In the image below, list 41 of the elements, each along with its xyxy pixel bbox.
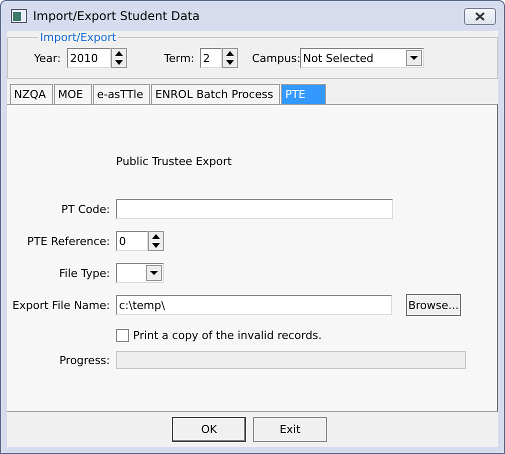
campus-label: Campus: [252,52,300,64]
close-button[interactable] [464,8,496,24]
term-label: Term: [164,52,196,64]
panel-heading: Public Trustee Export [116,155,233,170]
tab[interactable]: e-asTTle [92,84,150,104]
caret-icon [150,271,158,275]
file-type-label: File Type: [58,266,110,280]
year-label: Year: [34,52,62,64]
caret-icon [410,56,418,60]
down-arrow-icon[interactable] [152,243,160,248]
file-type-dropdown[interactable] [116,263,164,283]
export-file-name-field[interactable]: c:\temp\ [116,295,392,315]
tab[interactable]: MOE [54,84,92,104]
export-file-name-label: Export File Name: [11,298,110,312]
checkbox-label: Print a copy of the invalid records. [133,328,322,342]
ok-button[interactable]: OK [172,417,246,442]
browse-button[interactable]: Browse... [406,294,461,316]
spinner-control[interactable] [111,48,127,68]
group-title: Import/Export [39,31,118,44]
pte-reference-field[interactable]: 0 [116,231,148,251]
progress-label: Progress: [58,354,110,366]
term-field[interactable]: 2 [200,48,222,68]
spinner-control[interactable] [148,231,164,251]
campus-dropdown[interactable]: Not Selected [300,48,424,68]
up-arrow-icon[interactable] [152,234,160,239]
tab[interactable]: ENROL Batch Process [151,84,280,104]
pte-reference-label: PTE Reference: [26,234,110,248]
spinner-control[interactable] [222,48,238,68]
year-field[interactable]: 2010 [67,48,111,68]
up-arrow-icon[interactable] [226,51,234,56]
tab[interactable]: NZQA [10,84,53,104]
up-arrow-icon[interactable] [115,51,123,56]
down-arrow-icon[interactable] [226,60,234,65]
exit-button[interactable]: Exit [253,417,327,442]
checkbox[interactable] [116,328,129,342]
down-arrow-icon[interactable] [115,60,123,65]
pt-code-label: PT Code: [60,202,110,216]
pt-code-field[interactable] [116,199,393,219]
app-icon [11,9,27,23]
window-title: Import/Export Student Data [33,9,201,23]
close-icon [475,12,485,20]
